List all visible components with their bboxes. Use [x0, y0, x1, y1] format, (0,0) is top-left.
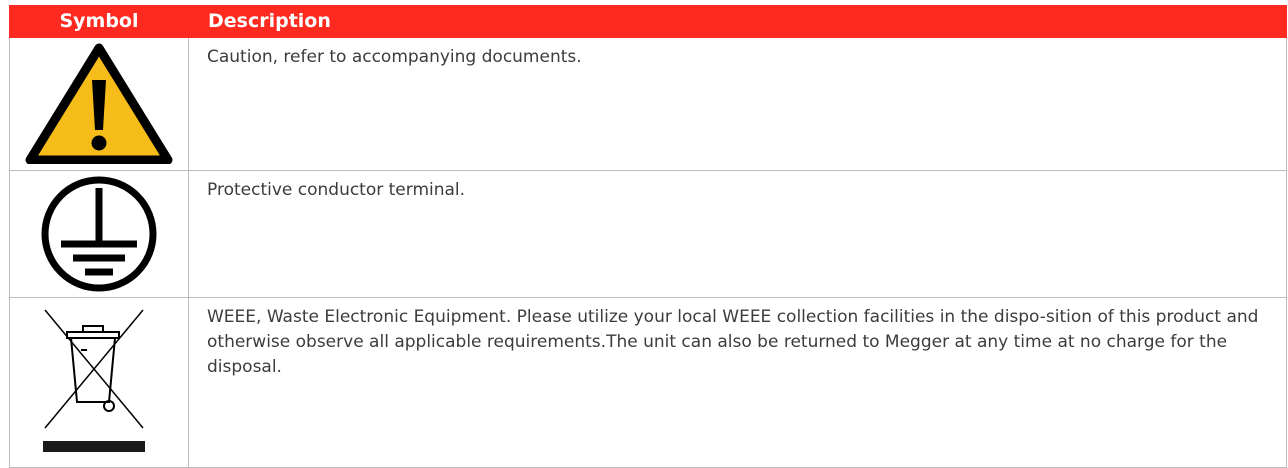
- header-description: Description: [208, 10, 331, 32]
- row-description: WEEE, Waste Electronic Equipment. Please…: [207, 307, 1259, 377]
- symbol-cell: [10, 38, 189, 170]
- table-row: WEEE, Waste Electronic Equipment. Please…: [9, 298, 1287, 468]
- table-header: Symbol Description: [9, 5, 1287, 38]
- symbol-cell: [10, 298, 189, 467]
- row-description: Caution, refer to accompanying documents…: [207, 47, 582, 67]
- caution-triangle-icon: [25, 43, 173, 164]
- header-symbol: Symbol: [59, 10, 139, 32]
- table-row: Caution, refer to accompanying documents…: [9, 38, 1287, 171]
- row-description: Protective conductor terminal.: [207, 180, 466, 200]
- table-row: Protective conductor terminal.: [9, 171, 1287, 298]
- symbol-cell: [10, 171, 189, 297]
- weee-crossed-bin-icon: [43, 309, 145, 452]
- protective-earth-icon: [41, 176, 157, 292]
